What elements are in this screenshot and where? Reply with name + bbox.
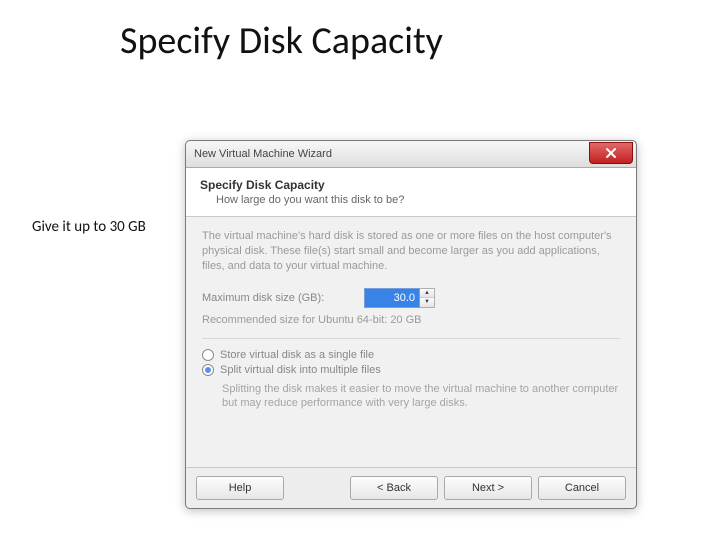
- back-button[interactable]: < Back: [350, 476, 438, 500]
- next-button[interactable]: Next >: [444, 476, 532, 500]
- max-disk-label: Maximum disk size (GB):: [202, 292, 352, 304]
- close-button[interactable]: [589, 142, 633, 164]
- max-disk-input[interactable]: [364, 288, 420, 308]
- spin-down-button[interactable]: ▼: [420, 298, 434, 307]
- side-note: Give it up to 30 GB: [32, 218, 146, 236]
- radio-single-label: Store virtual disk as a single file: [220, 349, 374, 361]
- split-note: Splitting the disk makes it easier to mo…: [222, 382, 620, 412]
- separator: [202, 338, 620, 339]
- radio-split-label: Split virtual disk into multiple files: [220, 364, 381, 376]
- recommended-text: Recommended size for Ubuntu 64-bit: 20 G…: [202, 314, 620, 326]
- wizard-body: The virtual machine's hard disk is store…: [186, 217, 636, 467]
- radio-icon: [202, 364, 214, 376]
- radio-split-files[interactable]: Split virtual disk into multiple files: [202, 364, 620, 376]
- wizard-header: Specify Disk Capacity How large do you w…: [186, 168, 636, 217]
- wizard-footer: Help < Back Next > Cancel: [186, 467, 636, 508]
- spin-buttons: ▲ ▼: [420, 288, 435, 308]
- close-icon: [605, 147, 617, 159]
- radio-icon: [202, 349, 214, 361]
- cancel-button[interactable]: Cancel: [538, 476, 626, 500]
- description-text: The virtual machine's hard disk is store…: [202, 229, 620, 274]
- titlebar[interactable]: New Virtual Machine Wizard: [186, 141, 636, 168]
- max-disk-row: Maximum disk size (GB): ▲ ▼: [202, 288, 620, 308]
- max-disk-spinner: ▲ ▼: [364, 288, 435, 308]
- help-button[interactable]: Help: [196, 476, 284, 500]
- header-question: How large do you want this disk to be?: [216, 194, 622, 206]
- spin-up-button[interactable]: ▲: [420, 289, 434, 299]
- radio-single-file[interactable]: Store virtual disk as a single file: [202, 349, 620, 361]
- wizard-window: New Virtual Machine Wizard Specify Disk …: [185, 140, 637, 509]
- header-title: Specify Disk Capacity: [200, 178, 622, 192]
- window-title: New Virtual Machine Wizard: [194, 148, 332, 160]
- slide-title: Specify Disk Capacity: [120, 18, 443, 64]
